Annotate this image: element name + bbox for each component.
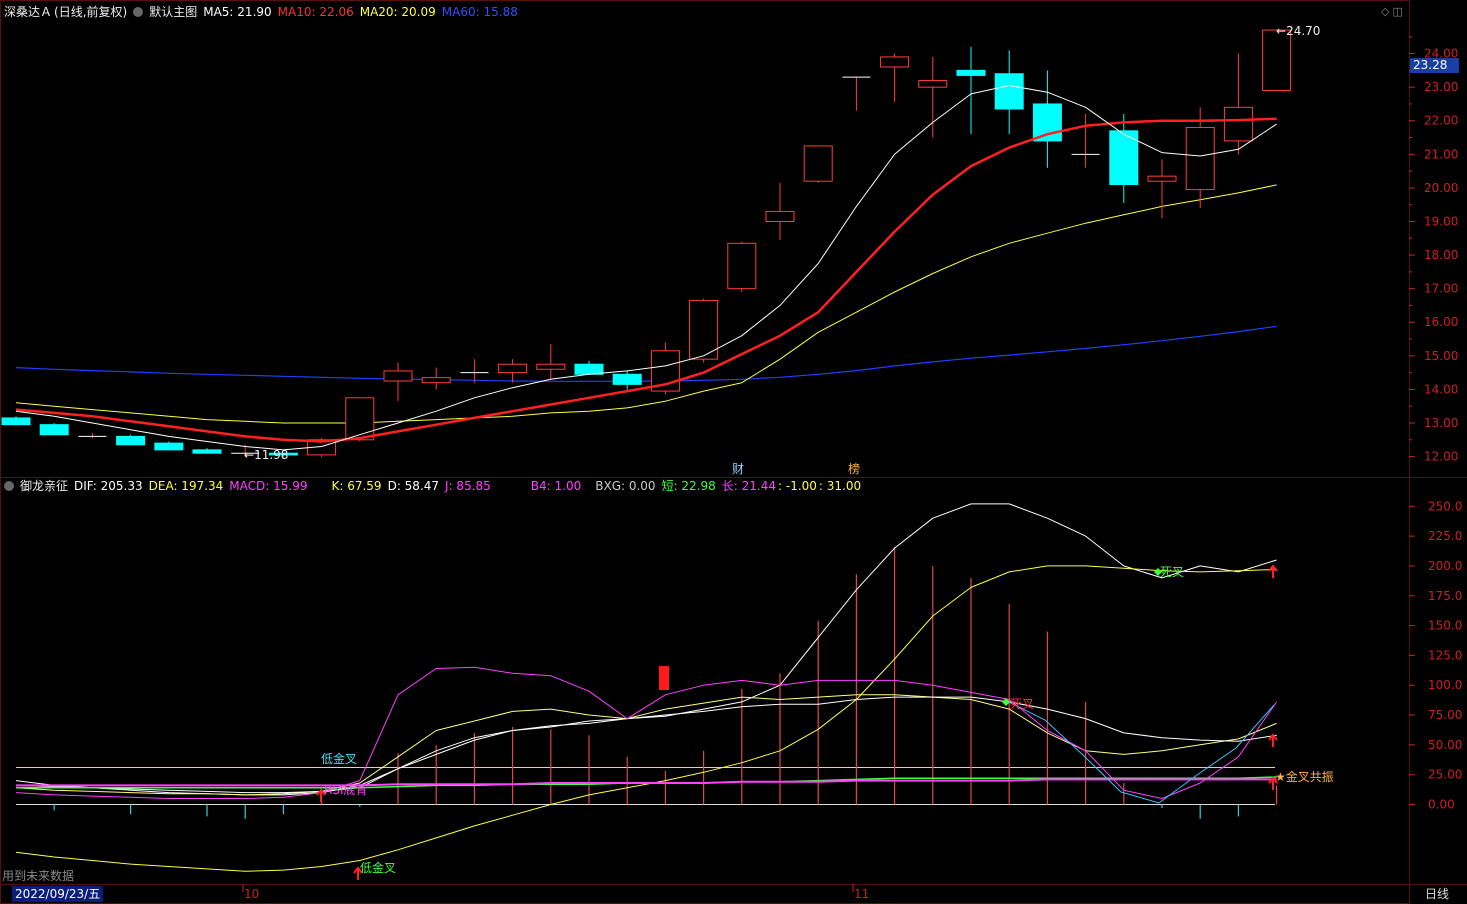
candle-body-up bbox=[1185, 126, 1215, 191]
sub-y-tick-label: 0.00 bbox=[1428, 797, 1455, 811]
candle-body-up bbox=[345, 397, 375, 441]
candle-body-up bbox=[421, 377, 451, 384]
candle-body-up bbox=[1262, 29, 1292, 92]
main-y-tick-label: 15.00 bbox=[1424, 349, 1458, 363]
main-y-tick-label: 18.00 bbox=[1424, 248, 1458, 262]
sub-y-tick-label: 250.0 bbox=[1428, 499, 1462, 513]
month-label-nov: 11 bbox=[854, 887, 870, 901]
settings-dot-icon[interactable] bbox=[133, 7, 144, 17]
stock-name[interactable]: 深桑达Ａ bbox=[4, 5, 52, 19]
readout-k: K: 67.59 bbox=[331, 479, 382, 493]
high-price-annotation: ←24.70 bbox=[1276, 24, 1321, 38]
sub-line-cyan bbox=[1004, 699, 1275, 804]
main-y-tick-label: 17.00 bbox=[1424, 282, 1458, 296]
current-price-tag: 23.28 bbox=[1410, 58, 1459, 73]
sub-y-tick-label: 225.0 bbox=[1428, 529, 1462, 543]
sub-y-tick-label: 125.0 bbox=[1428, 648, 1462, 662]
candle-body-up bbox=[727, 242, 757, 290]
chart-mode: (日线,前复权) bbox=[54, 5, 128, 19]
list-event-mark[interactable]: 榜 bbox=[848, 462, 860, 476]
candle-body-down bbox=[956, 69, 986, 76]
readout-bxg: BXG: 0.00 bbox=[595, 479, 656, 493]
sub-y-tick-label: 100.0 bbox=[1428, 678, 1462, 692]
candle-body-up bbox=[918, 79, 948, 88]
readout-j: J: 85.85 bbox=[445, 479, 491, 493]
sub-indicator-name[interactable]: 御龙亲征 bbox=[20, 479, 68, 493]
signal-block bbox=[659, 666, 669, 690]
ma60-readout: MA60: 15.88 bbox=[441, 5, 518, 19]
candle-body-up bbox=[498, 363, 528, 374]
candle-body-up bbox=[536, 363, 566, 370]
main-y-tick-label: 20.00 bbox=[1424, 181, 1458, 195]
sub-y-tick-label: 150.0 bbox=[1428, 619, 1462, 633]
main-y-tick-label: 14.00 bbox=[1424, 382, 1458, 396]
settings-dot-icon[interactable] bbox=[4, 481, 14, 491]
candle-body-down bbox=[612, 373, 642, 385]
candle-body-down bbox=[574, 363, 604, 375]
chart-canvas: 12.00 13.00 14.00 15.00 16.00 17.00 18.00 19.00… bbox=[0, 0, 1467, 904]
dead-cross-label-2: 死叉 bbox=[1160, 565, 1185, 579]
sub-y-tick-label: 200.0 bbox=[1428, 559, 1462, 573]
candle-body-up bbox=[1147, 175, 1177, 182]
main-y-tick-label: 13.00 bbox=[1424, 416, 1458, 430]
main-y-tick-label: 23.00 bbox=[1424, 80, 1458, 94]
finance-event-mark[interactable]: 财 bbox=[732, 462, 744, 476]
ma20-readout: MA20: 20.09 bbox=[359, 5, 436, 19]
candle-body-down bbox=[116, 435, 146, 446]
readout-extra2: : 31.00 bbox=[818, 479, 862, 493]
sub-line-DEA bbox=[15, 565, 1277, 872]
main-panel-header: 深桑达Ａ (日线,前复权) 默认主图 MA5: 21.90 MA10: 22.06 MA2… bbox=[4, 4, 524, 20]
candle-body-down bbox=[192, 449, 222, 454]
month-label-oct: 10 bbox=[244, 887, 260, 901]
dead-cross-label-1: 死叉 bbox=[1010, 697, 1035, 711]
period-button[interactable]: 日线 bbox=[1412, 887, 1462, 901]
sub-y-tick-label: 75.00 bbox=[1428, 708, 1462, 722]
golden-cross-resonance-label: ★金叉共振 bbox=[1275, 770, 1334, 784]
candle-body-up bbox=[880, 56, 910, 68]
main-y-tick-label: 19.00 bbox=[1424, 214, 1458, 228]
readout-long: 长: 21.44 bbox=[721, 479, 776, 493]
ma10-line bbox=[15, 117, 1277, 443]
ma5-line bbox=[15, 85, 1277, 451]
candle-body-up bbox=[765, 210, 795, 222]
candle-body-up bbox=[383, 370, 413, 382]
rsi-divergence-label: RSI底背 bbox=[324, 783, 368, 797]
candle-body-down bbox=[1, 417, 31, 426]
candle-body-up bbox=[803, 145, 833, 182]
main-y-tick-label: 12.00 bbox=[1424, 450, 1458, 464]
readout-dif: DIF: 205.33 bbox=[74, 479, 143, 493]
sub-y-tick-label: 50.00 bbox=[1428, 738, 1462, 752]
sub-panel-header: 御龙亲征 DIF: 205.33 DEA: 197.34 MACD: 15.99 K: … bbox=[4, 478, 867, 494]
ma5-readout: MA5: 21.90 bbox=[203, 5, 272, 19]
readout-b4: B4: 1.00 bbox=[530, 479, 582, 493]
readout-macd: MACD: 15.99 bbox=[229, 479, 308, 493]
readout-short: 短: 22.98 bbox=[661, 479, 716, 493]
main-indicator-name[interactable]: 默认主图 bbox=[149, 5, 197, 19]
candle-body-down bbox=[154, 442, 184, 451]
diamond-icon[interactable]: ◇ bbox=[1381, 5, 1389, 18]
readout-dea: DEA: 197.34 bbox=[148, 479, 224, 493]
main-y-tick-label: 21.00 bbox=[1424, 147, 1458, 161]
readout-d: D: 58.47 bbox=[387, 479, 440, 493]
readout-extra1: : -1.00 bbox=[778, 479, 817, 493]
ma10-readout: MA10: 22.06 bbox=[277, 5, 354, 19]
main-y-tick-label: 16.00 bbox=[1424, 315, 1458, 329]
sub-y-tick-label: 175.0 bbox=[1428, 589, 1462, 603]
main-y-tick-label: 22.00 bbox=[1424, 114, 1458, 128]
expand-icon[interactable]: ◫ bbox=[1392, 5, 1402, 18]
window-controls: ◇ ◫ bbox=[1378, 5, 1403, 18]
low-golden-cross-label-1: 低金叉 bbox=[321, 752, 358, 766]
candle-body-down bbox=[39, 424, 69, 436]
candle-body-up bbox=[1223, 106, 1253, 142]
low-price-annotation: ←11.98 bbox=[244, 448, 289, 462]
candle-body-down bbox=[994, 73, 1024, 110]
ma60-line bbox=[15, 325, 1277, 382]
future-data-label: 用到未来数据 bbox=[2, 869, 75, 883]
low-golden-cross-label-2: 低金叉 bbox=[360, 861, 397, 875]
cursor-date-box: 2022/09/23/五 bbox=[12, 886, 104, 902]
sub-y-tick-label: 25.00 bbox=[1428, 768, 1462, 782]
